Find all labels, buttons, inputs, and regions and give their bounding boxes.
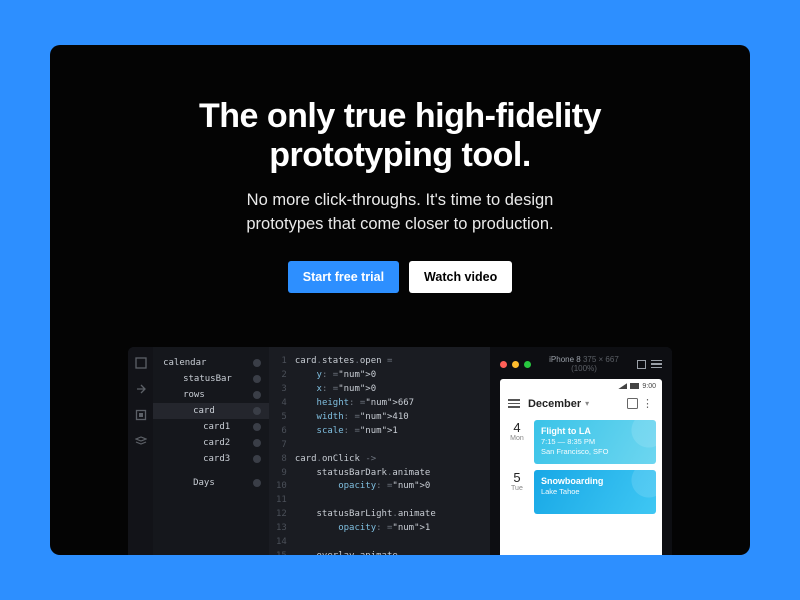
hero: The only true high-fidelity prototyping … bbox=[50, 45, 750, 293]
event-card[interactable]: SnowboardingLake Tahoe bbox=[534, 470, 656, 514]
device-label: iPhone 8 375 × 667 (100%) bbox=[536, 355, 632, 373]
traffic-min-icon[interactable] bbox=[512, 361, 519, 368]
visibility-indicator-icon[interactable] bbox=[253, 439, 261, 447]
line-gutter: 12345678910111213141516171819 bbox=[273, 355, 295, 555]
visibility-indicator-icon[interactable] bbox=[253, 407, 261, 415]
tool-column bbox=[128, 347, 153, 555]
layer-name: card2 bbox=[163, 438, 230, 448]
preview-menu-icon[interactable] bbox=[651, 360, 662, 369]
traffic-max-icon[interactable] bbox=[524, 361, 531, 368]
headline-line2: prototyping tool. bbox=[269, 136, 531, 174]
start-trial-button[interactable]: Start free trial bbox=[288, 261, 399, 293]
event-card[interactable]: Flight to LA7:15 — 8:35 PMSan Francisco,… bbox=[534, 420, 656, 464]
layer-row[interactable]: statusBar bbox=[153, 371, 269, 387]
selection-tool-icon[interactable] bbox=[135, 357, 147, 369]
traffic-close-icon[interactable] bbox=[500, 361, 507, 368]
event-line: San Francisco, SFO bbox=[541, 447, 649, 456]
calendar-header: December ▾ ⋮ bbox=[500, 393, 662, 414]
visibility-indicator-icon[interactable] bbox=[253, 479, 261, 487]
layer-row[interactable]: card1 bbox=[153, 419, 269, 435]
month-label[interactable]: December bbox=[528, 398, 581, 410]
subhead-line1: No more click-throughs. It's time to des… bbox=[247, 191, 554, 209]
layer-name: Days bbox=[163, 478, 215, 488]
device-preview: iPhone 8 375 × 667 (100%) 9:00 December … bbox=[490, 347, 672, 555]
signal-icon bbox=[618, 383, 627, 389]
layer-row[interactable]: calendar bbox=[153, 355, 269, 371]
event-date: 4Mon bbox=[506, 420, 528, 464]
headline-line1: The only true high-fidelity bbox=[199, 97, 601, 135]
layer-name: statusBar bbox=[163, 374, 232, 384]
layers-panel: calendar statusBar rows card card1 card2 card3… bbox=[153, 347, 269, 555]
preview-toolbar: iPhone 8 375 × 667 (100%) bbox=[500, 355, 662, 373]
subhead-line2: prototypes that come closer to productio… bbox=[246, 215, 553, 233]
visibility-indicator-icon[interactable] bbox=[253, 375, 261, 383]
code-source: card.states.open = y: ="num">0 x: ="num"… bbox=[295, 355, 490, 555]
layer-row[interactable]: card bbox=[153, 403, 269, 419]
hero-card: The only true high-fidelity prototyping … bbox=[50, 45, 750, 555]
visibility-indicator-icon[interactable] bbox=[253, 391, 261, 399]
chevron-down-icon[interactable]: ▾ bbox=[585, 399, 589, 408]
layer-name: rows bbox=[163, 390, 205, 400]
fullscreen-icon[interactable] bbox=[637, 360, 646, 369]
headline: The only true high-fidelity prototyping … bbox=[90, 97, 710, 175]
frame-tool-icon[interactable] bbox=[135, 409, 147, 421]
calendar-icon[interactable] bbox=[627, 398, 638, 409]
cta-row: Start free trial Watch video bbox=[90, 261, 710, 293]
layer-row[interactable]: card3 bbox=[153, 451, 269, 467]
layer-row[interactable]: Days bbox=[153, 475, 269, 491]
code-editor[interactable]: 12345678910111213141516171819 card.state… bbox=[269, 347, 490, 555]
event-row[interactable]: 4Mon Flight to LA7:15 — 8:35 PMSan Franci… bbox=[506, 420, 656, 464]
event-line: 7:15 — 8:35 PM bbox=[541, 437, 649, 446]
visibility-indicator-icon[interactable] bbox=[253, 359, 261, 367]
hamburger-icon[interactable] bbox=[508, 399, 520, 408]
arrow-tool-icon[interactable] bbox=[135, 383, 147, 395]
status-time: 9:00 bbox=[642, 383, 656, 390]
layer-row[interactable]: rows bbox=[153, 387, 269, 403]
event-line: Lake Tahoe bbox=[541, 487, 649, 496]
more-icon[interactable]: ⋮ bbox=[642, 397, 654, 410]
event-date: 5Tue bbox=[506, 470, 528, 514]
layer-name: calendar bbox=[163, 358, 206, 368]
layer-name: card3 bbox=[163, 454, 230, 464]
event-row[interactable]: 5Tue SnowboardingLake Tahoe bbox=[506, 470, 656, 514]
events-list: 4Mon Flight to LA7:15 — 8:35 PMSan Franci… bbox=[500, 420, 662, 514]
visibility-indicator-icon[interactable] bbox=[253, 423, 261, 431]
layer-row[interactable]: card2 bbox=[153, 435, 269, 451]
battery-icon bbox=[630, 383, 639, 389]
phone-frame: 9:00 December ▾ ⋮ 4Mon Flight to LA7:15 —… bbox=[500, 379, 662, 555]
layers-tool-icon[interactable] bbox=[135, 435, 147, 447]
layer-name: card bbox=[163, 406, 215, 416]
watch-video-button[interactable]: Watch video bbox=[409, 261, 512, 293]
editor-preview: calendar statusBar rows card card1 card2 card3… bbox=[128, 347, 672, 555]
layer-name: card1 bbox=[163, 422, 230, 432]
subheadline: No more click-throughs. It's time to des… bbox=[90, 189, 710, 237]
phone-statusbar: 9:00 bbox=[500, 379, 662, 393]
visibility-indicator-icon[interactable] bbox=[253, 455, 261, 463]
